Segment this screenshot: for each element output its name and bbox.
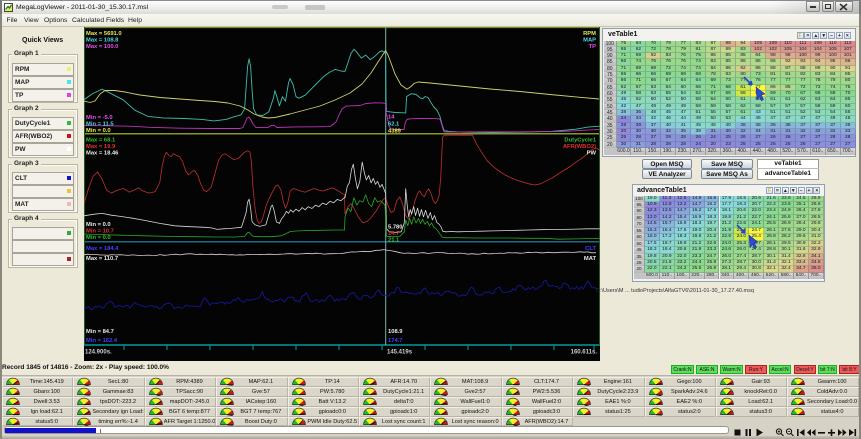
svg-text:145.419s: 145.419s [387,350,413,356]
svg-text:Min = 0.0: Min = 0.0 [86,222,111,228]
svg-text:CLT: CLT [585,246,596,252]
svg-text:Min = -5.0: Min = -5.0 [86,115,113,121]
svg-text:174.7: 174.7 [388,338,403,344]
svg-text:4389: 4389 [388,129,402,135]
svg-text:RPM: RPM [583,31,596,37]
svg-text:160.611s.: 160.611s. [571,350,598,356]
svg-text:14.7: 14.7 [388,231,399,237]
svg-text:PW: PW [587,151,597,157]
svg-text:62.1: 62.1 [388,122,400,128]
svg-text:Max = 18.46: Max = 18.46 [86,151,119,157]
svg-text:5.780: 5.780 [388,225,403,231]
svg-text:MAT: MAT [584,256,597,262]
svg-text:Max = 108.8: Max = 108.8 [86,38,119,44]
svg-text:21.1: 21.1 [388,238,400,244]
svg-text:14: 14 [388,115,395,121]
svg-text:Min = 162.4: Min = 162.4 [86,338,118,344]
svg-text:Max = 19.9: Max = 19.9 [86,144,116,150]
svg-text:Max = 184.4: Max = 184.4 [86,246,119,252]
svg-text:124.900s.: 124.900s. [85,350,112,356]
svg-text:Min = 10.7: Min = 10.7 [86,229,114,235]
svg-text:Min = 0.0: Min = 0.0 [86,235,111,241]
svg-text:AFR(WBO2): AFR(WBO2) [563,144,596,150]
svg-text:Min = 84.7: Min = 84.7 [86,329,114,335]
svg-text:Max = 68.1: Max = 68.1 [86,138,116,144]
svg-text:DutyCycle1: DutyCycle1 [564,138,596,144]
svg-text:MAP: MAP [583,38,596,44]
svg-text:Min = 0.0: Min = 0.0 [86,128,111,134]
svg-text:Max = 5691.0: Max = 5691.0 [86,31,122,37]
svg-text:Max = 100.0: Max = 100.0 [86,44,118,50]
svg-text:TP: TP [589,44,597,50]
svg-text:Min = 11.5: Min = 11.5 [86,122,114,128]
svg-text:108.9: 108.9 [388,329,403,335]
svg-text:Max = 110.7: Max = 110.7 [86,256,118,262]
